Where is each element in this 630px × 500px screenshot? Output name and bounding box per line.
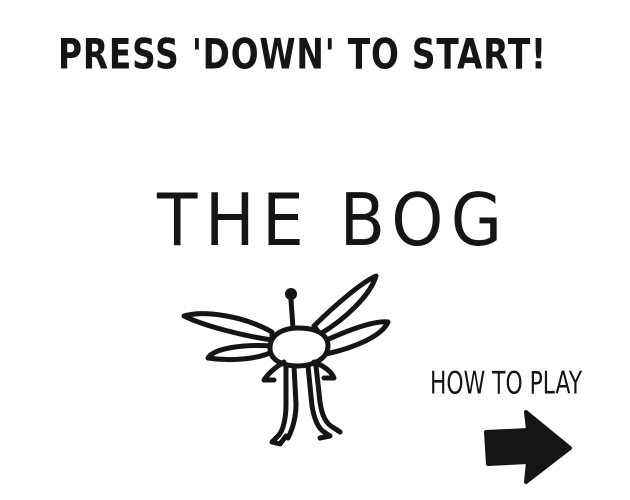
start-prompt: PRESS 'DOWN' TO START! (58, 30, 547, 80)
dragonfly-creature-icon (181, 273, 391, 447)
title-screen: PRESS 'DOWN' TO START! THE BOG HOW TO PL… (0, 0, 630, 500)
game-title: THE BOG (157, 178, 510, 262)
how-to-play-label: HOW TO PLAY (430, 364, 583, 401)
right-arrow-icon[interactable] (482, 408, 574, 486)
